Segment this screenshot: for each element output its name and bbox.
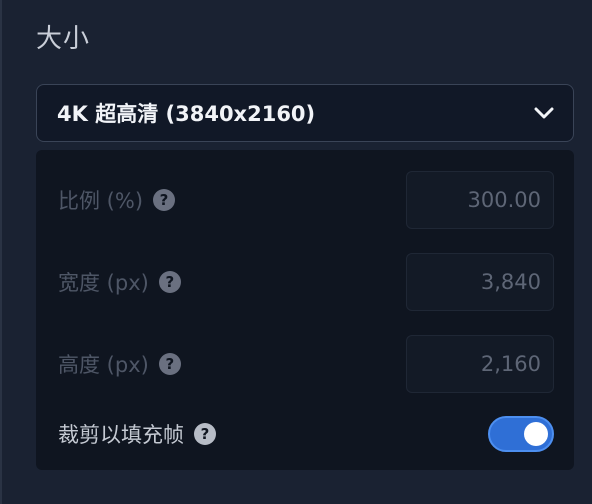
help-icon[interactable]: ? bbox=[153, 189, 176, 211]
size-settings-panel: 大小 4K 超高清 (3840x2160) 比例 (%) ? 300.00 宽度… bbox=[0, 0, 592, 504]
width-label: 宽度 (px) bbox=[58, 271, 149, 295]
help-icon[interactable]: ? bbox=[158, 353, 181, 375]
section-title: 大小 bbox=[36, 24, 91, 54]
crop-row: 裁剪以填充帧 ? bbox=[36, 404, 574, 464]
crop-label: 裁剪以填充帧 bbox=[58, 423, 184, 447]
scale-label: 比例 (%) bbox=[58, 189, 144, 213]
width-label-group: 宽度 (px) ? bbox=[58, 267, 181, 297]
chevron-down-icon bbox=[533, 102, 555, 124]
height-row: 高度 (px) ? 2,160 bbox=[36, 334, 574, 394]
height-label: 高度 (px) bbox=[58, 353, 149, 377]
help-icon[interactable]: ? bbox=[158, 271, 181, 293]
crop-label-group: 裁剪以填充帧 ? bbox=[58, 419, 216, 449]
toggle-knob bbox=[524, 422, 548, 446]
scale-label-group: 比例 (%) ? bbox=[58, 185, 176, 215]
help-icon[interactable]: ? bbox=[194, 423, 216, 445]
resolution-select-value: 4K 超高清 (3840x2160) bbox=[57, 102, 316, 126]
scale-row: 比例 (%) ? 300.00 bbox=[36, 170, 574, 230]
crop-to-fill-toggle[interactable] bbox=[488, 416, 554, 452]
dimension-subpanel: 比例 (%) ? 300.00 宽度 (px) ? 3,840 高度 (px) … bbox=[36, 150, 574, 470]
height-input[interactable]: 2,160 bbox=[406, 335, 554, 393]
resolution-select[interactable]: 4K 超高清 (3840x2160) bbox=[36, 84, 574, 142]
width-input[interactable]: 3,840 bbox=[406, 253, 554, 311]
width-row: 宽度 (px) ? 3,840 bbox=[36, 252, 574, 312]
height-label-group: 高度 (px) ? bbox=[58, 349, 181, 379]
scale-input[interactable]: 300.00 bbox=[406, 171, 554, 229]
